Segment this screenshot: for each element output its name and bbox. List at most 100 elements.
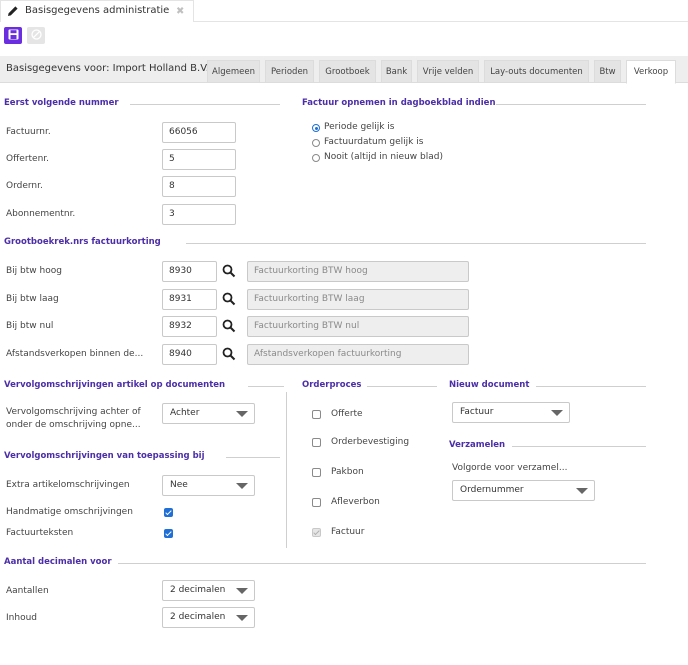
search-icon[interactable]	[222, 347, 236, 361]
section-heading-dagboek: Factuur opnemen in dagboekblad indien	[302, 98, 496, 108]
section-heading-decimalen: Aantal decimalen voor	[4, 557, 112, 567]
chevron-down-icon	[576, 488, 588, 494]
cancel-icon	[30, 28, 42, 43]
close-icon[interactable]: ✖	[176, 6, 184, 17]
offertenr-input[interactable]: 5	[162, 149, 236, 170]
extra-omschrijvingen-value: Nee	[170, 480, 188, 490]
section-heading-nummers: Eerst volgende nummer	[4, 98, 119, 108]
offerte-checkbox[interactable]	[312, 410, 321, 419]
pakbon-checkbox[interactable]	[312, 468, 321, 477]
korting-label: Bij btw laag	[6, 294, 59, 304]
tab-verkoop[interactable]: Verkoop	[626, 60, 676, 84]
tab-vrije-velden[interactable]: Vrije velden	[417, 60, 479, 83]
section-heading-vervolg-toep: Vervolgomschrijvingen van toepassing bij	[4, 451, 205, 461]
radio-nooit-label: Nooit (altijd in nieuw blad)	[324, 152, 443, 162]
handmatig-label: Handmatige omschrijvingen	[6, 507, 133, 517]
section-heading-verzamelen: Verzamelen	[449, 440, 506, 450]
cancel-button[interactable]	[27, 27, 45, 44]
radio-factuurdatum-label: Factuurdatum gelijk is	[324, 137, 424, 147]
aantallen-select[interactable]: 2 decimalen	[162, 580, 255, 601]
chevron-down-icon	[551, 410, 563, 416]
extra-omschrijvingen-label: Extra artikelomschrijvingen	[6, 480, 130, 490]
extra-omschrijvingen-select[interactable]: Nee	[162, 475, 255, 496]
factuurnr-input[interactable]: 66056	[162, 122, 236, 143]
tab-perioden[interactable]: Perioden	[265, 60, 314, 83]
divider	[536, 386, 646, 387]
korting-description: Factuurkorting BTW nul	[247, 316, 469, 337]
verzamelen-label: Volgorde voor verzamel...	[452, 463, 568, 473]
factuur-label: Factuur	[331, 527, 365, 537]
divider	[226, 457, 280, 458]
radio-nooit[interactable]	[312, 154, 320, 162]
save-icon	[8, 29, 19, 43]
korting-description: Afstandsverkopen factuurkorting	[247, 344, 469, 365]
radio-factuurdatum[interactable]	[312, 139, 320, 147]
factuur-checkbox	[312, 528, 321, 537]
verzamelen-select[interactable]: Ordernummer	[452, 480, 595, 501]
section-heading-orderproces: Orderproces	[302, 380, 362, 390]
pencil-icon	[7, 5, 19, 20]
chevron-down-icon	[236, 411, 248, 417]
tab-bank[interactable]: Bank	[381, 60, 412, 83]
orderbevestiging-checkbox[interactable]	[312, 438, 321, 447]
tab-algemeen[interactable]: Algemeen	[207, 60, 260, 83]
korting-label: Bij btw hoog	[6, 266, 62, 276]
vervolg-doc-label: Vervolgomschrijving achter of	[6, 407, 141, 417]
document-tab-title: Basisgegevens administratie	[25, 5, 170, 16]
aantallen-value: 2 decimalen	[170, 585, 226, 595]
vervolg-doc-select-value: Achter	[170, 408, 200, 418]
afleverbon-checkbox[interactable]	[312, 498, 321, 507]
factuurteksten-label: Factuurteksten	[6, 528, 74, 538]
korting-label: Bij btw nul	[6, 321, 54, 331]
radio-periode[interactable]	[312, 124, 320, 132]
divider	[118, 563, 646, 564]
chevron-down-icon	[236, 483, 248, 489]
pakbon-label: Pakbon	[331, 467, 364, 477]
save-button[interactable]	[4, 27, 22, 44]
section-heading-korting: Grootboekrek.nrs factuurkorting	[4, 237, 161, 247]
tab-btw[interactable]: Btw	[594, 60, 621, 83]
factuurteksten-checkbox[interactable]	[164, 529, 173, 538]
handmatig-checkbox[interactable]	[164, 508, 173, 517]
inhoud-label: Inhoud	[6, 613, 37, 623]
divider	[367, 386, 437, 387]
tab-lay-outs-documenten[interactable]: Lay-outs documenten	[484, 60, 589, 83]
abonnementnr-input[interactable]: 3	[162, 204, 236, 225]
offerte-label: Offerte	[331, 409, 363, 419]
search-icon[interactable]	[222, 264, 236, 278]
search-icon[interactable]	[222, 319, 236, 333]
search-icon[interactable]	[222, 292, 236, 306]
tab-grootboek[interactable]: Grootboek	[319, 60, 376, 83]
inhoud-select[interactable]: 2 decimalen	[162, 607, 255, 628]
divider	[130, 104, 280, 105]
vervolg-doc-select[interactable]: Achter	[162, 403, 255, 424]
divider	[512, 446, 646, 447]
verzamelen-value: Ordernummer	[460, 485, 524, 495]
nieuw-document-value: Factuur	[460, 407, 494, 417]
vertical-divider	[286, 392, 287, 548]
nieuw-document-select[interactable]: Factuur	[452, 402, 570, 423]
factuurnr-label: Factuurnr.	[6, 127, 51, 137]
inhoud-value: 2 decimalen	[170, 612, 226, 622]
divider	[186, 243, 646, 244]
divider	[248, 386, 284, 387]
chevron-down-icon	[236, 615, 248, 621]
ordernr-input[interactable]: 8	[162, 176, 236, 197]
korting-description: Factuurkorting BTW hoog	[247, 261, 469, 282]
offertenr-label: Offertenr.	[6, 154, 50, 164]
afleverbon-label: Afleverbon	[331, 497, 380, 507]
divider	[496, 104, 646, 105]
korting-description: Factuurkorting BTW laag	[247, 289, 469, 310]
aantallen-label: Aantallen	[6, 586, 49, 596]
korting-code-input[interactable]: 8930	[162, 261, 217, 282]
orderbevestiging-label: Orderbevestiging	[331, 437, 410, 447]
abonnementnr-label: Abonnementnr.	[6, 209, 76, 219]
vervolg-doc-label-2: onder de omschrijving opne...	[6, 420, 141, 430]
page-title: Basisgegevens voor: Import Holland B.V.	[6, 63, 209, 74]
document-tab[interactable]: Basisgegevens administratie ✖	[0, 0, 194, 22]
korting-code-input[interactable]: 8932	[162, 316, 217, 337]
section-heading-vervolg-doc: Vervolgomschrijvingen artikel op documen…	[4, 380, 226, 390]
korting-code-input[interactable]: 8940	[162, 344, 217, 365]
ordernr-label: Ordernr.	[6, 181, 43, 191]
korting-code-input[interactable]: 8931	[162, 289, 217, 310]
